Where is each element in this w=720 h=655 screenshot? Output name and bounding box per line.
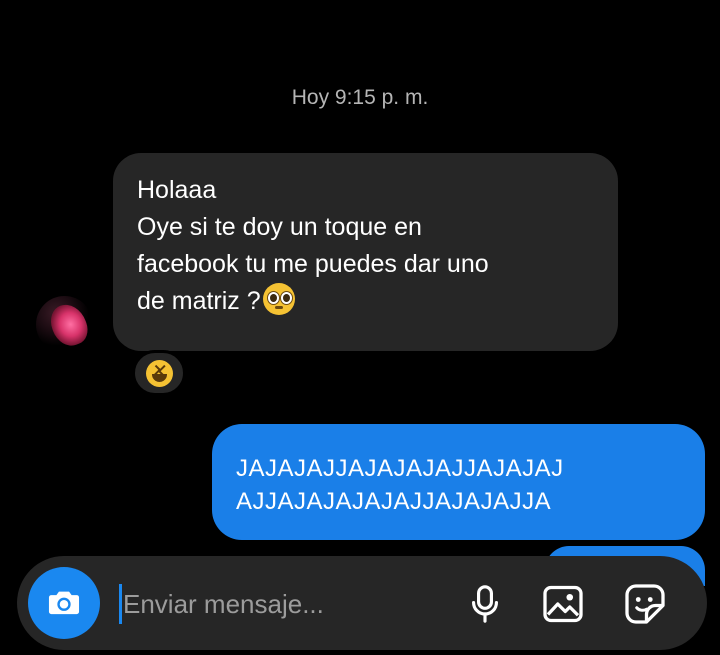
sticker-button[interactable] xyxy=(623,582,667,626)
camera-button[interactable] xyxy=(28,567,100,639)
outgoing-message-bubble[interactable]: JAJAJAJJAJAJAJAJJAJAJAJ AJJAJAJAJAJAJJAJ… xyxy=(212,424,705,540)
microphone-button[interactable] xyxy=(463,582,507,626)
sticker-icon xyxy=(625,584,665,624)
camera-icon xyxy=(48,591,80,615)
incoming-message-line: Oye si te doy un toque en xyxy=(137,213,422,241)
text-caret xyxy=(119,584,122,624)
image-icon xyxy=(543,585,583,623)
microphone-icon xyxy=(472,585,498,623)
message-input[interactable] xyxy=(119,584,423,624)
incoming-message-line: facebook tu me puedes dar uno xyxy=(137,250,489,278)
incoming-message-bubble[interactable]: Holaaa Oye si te doy un toque en faceboo… xyxy=(113,153,618,351)
sender-avatar[interactable] xyxy=(36,296,93,353)
pleading-face-emoji-icon xyxy=(262,283,295,315)
timestamp: Hoy 9:15 p. m. xyxy=(291,86,429,109)
incoming-message-line: de matriz ? xyxy=(137,287,261,315)
laughing-face-emoji-icon xyxy=(145,359,173,387)
message-reaction[interactable] xyxy=(132,350,186,396)
incoming-message-line: Holaaa xyxy=(137,176,217,204)
message-composer xyxy=(17,556,707,650)
outgoing-message-line: AJJAJAJAJAJAJJAJAJAJJA xyxy=(236,488,552,515)
gallery-button[interactable] xyxy=(541,582,585,626)
outgoing-message-line: JAJAJAJJAJAJAJAJJAJAJAJ xyxy=(236,455,564,482)
